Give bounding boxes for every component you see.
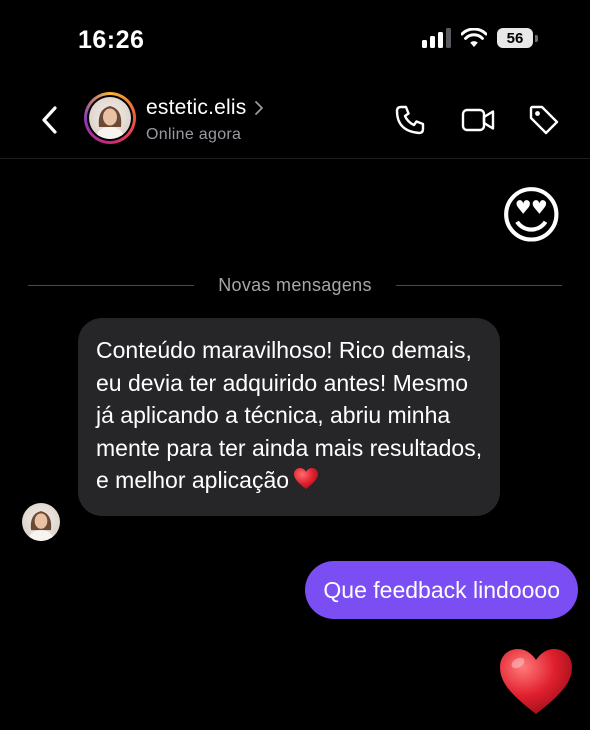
contact-name: estetic.elis	[146, 96, 247, 119]
video-call-button[interactable]	[460, 102, 496, 138]
battery-level: 56	[497, 28, 533, 48]
chevron-right-icon	[255, 101, 264, 115]
sent-message-bubble[interactable]: Que feedback lindoooo	[305, 561, 578, 619]
back-button[interactable]	[36, 102, 64, 138]
sender-avatar[interactable]	[22, 503, 60, 541]
cellular-signal-icon	[422, 28, 451, 48]
phone-icon	[395, 105, 425, 135]
chat-header: estetic.elis Online agora	[0, 84, 590, 159]
avatar-photo	[89, 97, 131, 139]
battery-cap	[535, 34, 538, 42]
video-camera-icon	[461, 108, 495, 132]
new-messages-divider: Novas mensagens	[28, 273, 562, 299]
tag-button[interactable]	[526, 102, 562, 138]
call-button[interactable]	[392, 102, 428, 138]
divider-label: Novas mensagens	[218, 275, 372, 295]
contact-name-row[interactable]: estetic.elis	[146, 96, 264, 120]
heart-icon	[293, 467, 319, 500]
status-bar: 16:26 56	[0, 0, 590, 72]
heart-icon	[498, 646, 574, 718]
tag-icon	[529, 105, 559, 135]
contact-avatar[interactable]	[84, 92, 136, 144]
status-time: 16:26	[78, 26, 145, 54]
contact-status: Online agora	[146, 126, 242, 143]
heart-eyes-emoji: 😍	[499, 182, 564, 251]
received-message-bubble[interactable]: Conteúdo maravilhoso! Rico demais, eu de…	[78, 318, 500, 516]
status-icons: 56	[422, 28, 538, 48]
sent-message-text: Que feedback lindoooo	[323, 576, 560, 603]
avatar-ring-inner	[87, 95, 133, 141]
battery-indicator: 56	[497, 28, 538, 48]
chevron-left-icon	[42, 106, 57, 134]
wifi-icon	[461, 28, 487, 47]
received-message-text: Conteúdo maravilhoso! Rico demais, eu de…	[96, 337, 483, 493]
